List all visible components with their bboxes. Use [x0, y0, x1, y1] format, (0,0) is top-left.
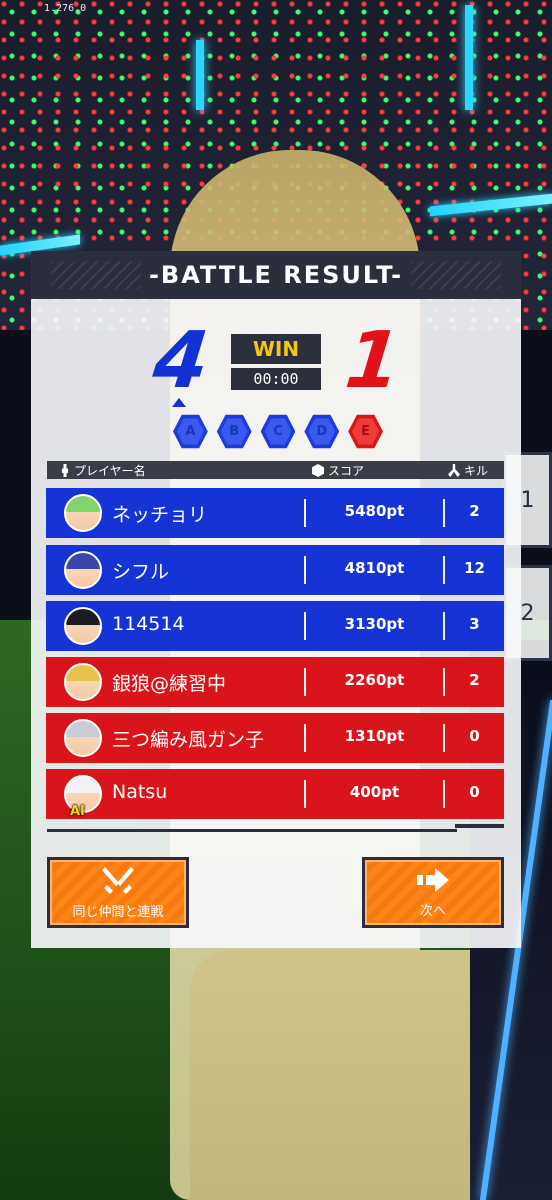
capture-point-e: E	[348, 414, 383, 449]
player-score: 5480pt	[344, 502, 405, 520]
header-decoration	[411, 261, 501, 289]
table-row[interactable]: AI Natsu 400pt 0	[46, 769, 504, 819]
avatar-blue-hair-icon	[64, 551, 102, 589]
capture-point-c: C	[260, 414, 296, 449]
player-name: シフル	[112, 561, 170, 583]
capture-point-label: D	[308, 418, 336, 445]
scoreboard-header: プレイヤー名 スコア キル	[47, 461, 504, 479]
player-name: 三つ編み風ガン子	[112, 729, 265, 751]
ai-badge: AI	[70, 804, 85, 819]
table-row[interactable]: 三つ編み風ガン子 1310pt 0	[46, 713, 504, 763]
header-score: スコア	[312, 462, 364, 479]
player-icon	[62, 464, 68, 477]
next-button[interactable]: 次へ	[362, 857, 504, 928]
table-row[interactable]: 114514 3130pt 3	[46, 601, 504, 651]
version-label: 1.276.0	[44, 3, 87, 14]
neon-light	[196, 40, 204, 110]
table-row[interactable]: 銀狼@練習中 2260pt 2	[46, 657, 504, 707]
team-tab-1-label: 1	[520, 487, 535, 513]
player-score: 1310pt	[344, 727, 405, 745]
crossed-swords-icon	[102, 867, 134, 894]
capture-point-label: E	[352, 418, 380, 445]
avatar-silver-hair-icon	[64, 719, 102, 757]
next-button-label: 次へ	[419, 904, 446, 919]
header-kill: キル	[448, 462, 488, 479]
header-player-label: プレイヤー名	[74, 464, 146, 478]
blue-team-score: 4	[149, 316, 213, 406]
player-kills: 2	[469, 671, 480, 689]
header-player: プレイヤー名	[60, 462, 146, 479]
player-score: 400pt	[349, 783, 400, 801]
panel-header: -BATTLE RESULT-	[31, 251, 521, 299]
capture-point-label: B	[220, 418, 248, 445]
score-icon	[312, 464, 324, 477]
player-kills: 2	[469, 502, 480, 520]
capture-point-a: A	[173, 414, 208, 449]
avatar-black-hair-icon	[64, 607, 102, 645]
winner-marker-icon	[172, 398, 186, 407]
player-name: 114514	[112, 613, 185, 635]
avatar-blonde-hair-icon	[64, 663, 102, 701]
header-decoration	[51, 261, 141, 289]
team-tab-2-label: 2	[520, 600, 535, 626]
table-row[interactable]: ネッチョリ 5480pt 2	[46, 488, 504, 538]
table-bottom-border	[47, 829, 457, 832]
header-score-label: スコア	[328, 464, 365, 478]
header-kill-label: キル	[464, 464, 489, 478]
player-score: 2260pt	[344, 671, 405, 689]
avatar-green-hair-icon	[64, 494, 102, 532]
arrow-right-icon	[417, 868, 449, 892]
capture-points: A B C D E	[173, 414, 383, 450]
red-team-score: 1	[341, 316, 406, 406]
capture-point-b: B	[216, 414, 252, 449]
match-time: 00:00	[231, 368, 321, 390]
table-row[interactable]: シフル 4810pt 12	[46, 545, 504, 595]
capture-point-label: C	[264, 418, 292, 445]
table-bottom-border	[455, 824, 504, 828]
kill-icon	[448, 464, 460, 477]
outcome-badge: WIN	[231, 334, 321, 364]
player-name: ネッチョリ	[112, 504, 208, 526]
player-kills: 0	[469, 783, 480, 801]
page-title: -BATTLE RESULT-	[148, 261, 404, 289]
player-kills: 12	[464, 559, 485, 577]
capture-point-d: D	[304, 414, 340, 449]
player-name: 銀狼@練習中	[112, 673, 227, 695]
player-score: 4810pt	[344, 559, 405, 577]
player-kills: 0	[469, 727, 480, 745]
player-name: Natsu	[112, 781, 168, 803]
rematch-button-label: 同じ仲間と連戦	[72, 905, 164, 920]
player-score: 3130pt	[344, 615, 405, 633]
player-kills: 3	[469, 615, 480, 633]
rematch-button[interactable]: 同じ仲間と連戦	[47, 857, 189, 928]
neon-light	[465, 5, 473, 110]
capture-point-label: A	[176, 418, 204, 445]
